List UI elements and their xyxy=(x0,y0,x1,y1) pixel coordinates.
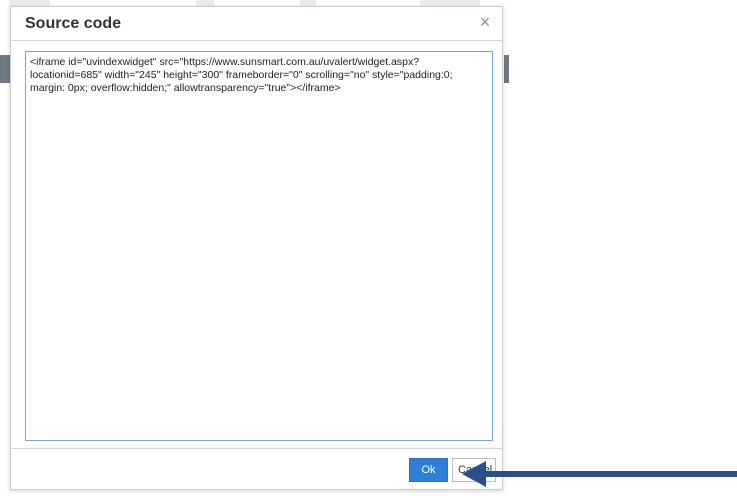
arrow-shaft xyxy=(484,471,737,477)
source-code-dialog: Source code × Ok Cancel xyxy=(10,6,503,490)
background-edge xyxy=(0,55,10,83)
screenshot-stage: Source code × Ok Cancel xyxy=(0,0,737,496)
source-code-textarea[interactable] xyxy=(25,51,493,441)
close-icon[interactable]: × xyxy=(476,12,494,32)
annotation-arrow-icon xyxy=(462,461,737,487)
dialog-footer: Ok Cancel xyxy=(11,448,502,489)
dialog-header: Source code × xyxy=(11,7,502,41)
background-edge xyxy=(504,55,509,83)
dialog-title: Source code xyxy=(25,15,122,32)
cancel-button[interactable]: Cancel xyxy=(452,458,496,482)
ok-button[interactable]: Ok xyxy=(409,458,448,482)
dialog-body xyxy=(25,51,493,441)
